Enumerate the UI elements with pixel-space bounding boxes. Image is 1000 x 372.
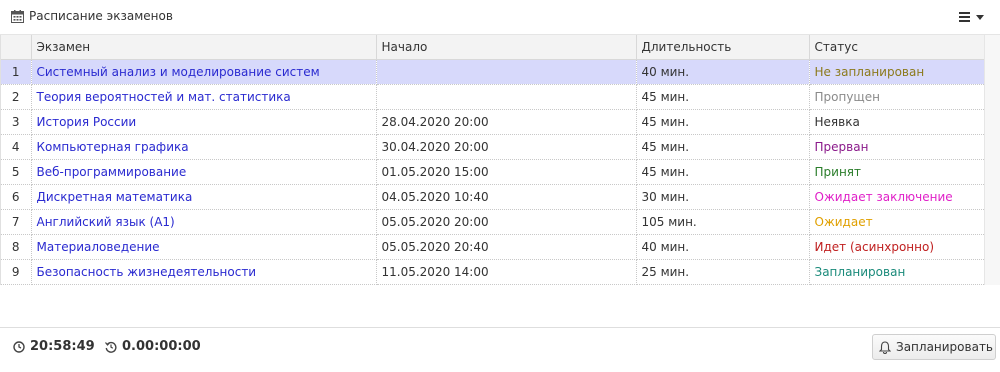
exam-duration: 25 мин. (636, 259, 810, 285)
exam-duration: 105 мин. (636, 209, 810, 235)
column-header-status[interactable]: Статус (809, 35, 986, 60)
table-row[interactable]: 4 Компьютерная графика 30.04.2020 20:00 45 … (1, 134, 986, 160)
exam-duration: 45 мин. (636, 134, 810, 160)
exam-name[interactable]: Системный анализ и моделирование систем (31, 59, 377, 85)
page-header: Расписание экзаменов (0, 0, 1000, 35)
column-header-exam[interactable]: Экзамен (31, 35, 377, 60)
row-number: 5 (1, 159, 32, 185)
exam-start (376, 84, 637, 110)
calendar-icon (11, 10, 24, 23)
row-number: 6 (1, 184, 32, 210)
exam-duration: 40 мин. (636, 234, 810, 260)
exam-status: Прерван (809, 134, 986, 160)
exam-status: Неявка (809, 109, 986, 135)
exam-name[interactable]: Компьютерная графика (31, 134, 377, 160)
exam-status: Пропущен (809, 84, 986, 110)
exam-name[interactable]: Безопасность жизнедеятельности (31, 259, 377, 285)
vertical-scrollbar[interactable] (984, 35, 1000, 285)
exam-duration: 40 мин. (636, 59, 810, 85)
table-row[interactable]: 7 Английский язык (A1) 05.05.2020 20:00 105… (1, 209, 986, 235)
exam-status: Ожидает (809, 209, 986, 235)
exam-status: Идет (асинхронно) (809, 234, 986, 260)
table-row[interactable]: 8 Материаловедение 05.05.2020 20:40 40 мин.… (1, 234, 986, 260)
table-row[interactable]: 3 История России 28.04.2020 20:00 45 мин. Не… (1, 109, 986, 135)
exam-duration: 45 мин. (636, 84, 810, 110)
exam-start: 11.05.2020 14:00 (376, 259, 637, 285)
row-number: 3 (1, 109, 32, 135)
table-row[interactable]: 2 Теория вероятностей и мат. статистика 45… (1, 84, 986, 110)
exam-name[interactable]: Веб-программирование (31, 159, 377, 185)
exam-table: Экзамен Начало Длительность Статус 1 Сист… (1, 35, 986, 285)
row-number: 7 (1, 209, 32, 235)
history-icon (105, 341, 117, 353)
current-time: 20:58:49 (30, 339, 95, 354)
footer-bar: 20:58:49 0.00:00:00 Запланировать (0, 327, 1000, 372)
table-row[interactable]: 1 Системный анализ и моделирование систем… (1, 59, 986, 85)
exam-name[interactable]: Английский язык (A1) (31, 209, 377, 235)
table-header-row: Экзамен Начало Длительность Статус (1, 35, 986, 60)
exam-status: Ожидает заключение (809, 184, 986, 210)
exam-status: Запланирован (809, 259, 986, 285)
exam-start: 04.05.2020 10:40 (376, 184, 637, 210)
exam-status: Не запланирован (809, 59, 986, 85)
clock-icon (13, 341, 25, 353)
row-number: 1 (1, 59, 32, 85)
column-header-number[interactable] (1, 35, 32, 60)
exam-start: 05.05.2020 20:00 (376, 209, 637, 235)
table-row[interactable]: 5 Веб-программирование 01.05.2020 15:00 45 … (1, 159, 986, 185)
row-number: 2 (1, 84, 32, 110)
exam-name[interactable]: Материаловедение (31, 234, 377, 260)
exam-grid: Экзамен Начало Длительность Статус 1 Сист… (0, 35, 986, 285)
table-row[interactable]: 9 Безопасность жизнедеятельности 11.05.202… (1, 259, 986, 285)
table-row[interactable]: 6 Дискретная математика 04.05.2020 10:40 30… (1, 184, 986, 210)
exam-status: Принят (809, 159, 986, 185)
schedule-button[interactable]: Запланировать (872, 334, 996, 360)
exam-name[interactable]: Дискретная математика (31, 184, 377, 210)
column-header-start[interactable]: Начало (376, 35, 637, 60)
row-number: 8 (1, 234, 32, 260)
hamburger-menu-icon[interactable] (956, 10, 990, 24)
elapsed-time: 0.00:00:00 (122, 339, 201, 354)
exam-start: 30.04.2020 20:00 (376, 134, 637, 160)
schedule-button-label: Запланировать (896, 340, 994, 354)
exam-duration: 45 мин. (636, 109, 810, 135)
exam-name[interactable]: История России (31, 109, 377, 135)
exam-start (376, 59, 637, 85)
exam-start: 01.05.2020 15:00 (376, 159, 637, 185)
exam-start: 05.05.2020 20:40 (376, 234, 637, 260)
exam-duration: 30 мин. (636, 184, 810, 210)
column-header-duration[interactable]: Длительность (636, 35, 810, 60)
page-title: Расписание экзаменов (29, 9, 173, 23)
exam-name[interactable]: Теория вероятностей и мат. статистика (31, 84, 377, 110)
row-number: 4 (1, 134, 32, 160)
exam-start: 28.04.2020 20:00 (376, 109, 637, 135)
bell-icon (879, 341, 891, 354)
exam-duration: 45 мин. (636, 159, 810, 185)
row-number: 9 (1, 259, 32, 285)
